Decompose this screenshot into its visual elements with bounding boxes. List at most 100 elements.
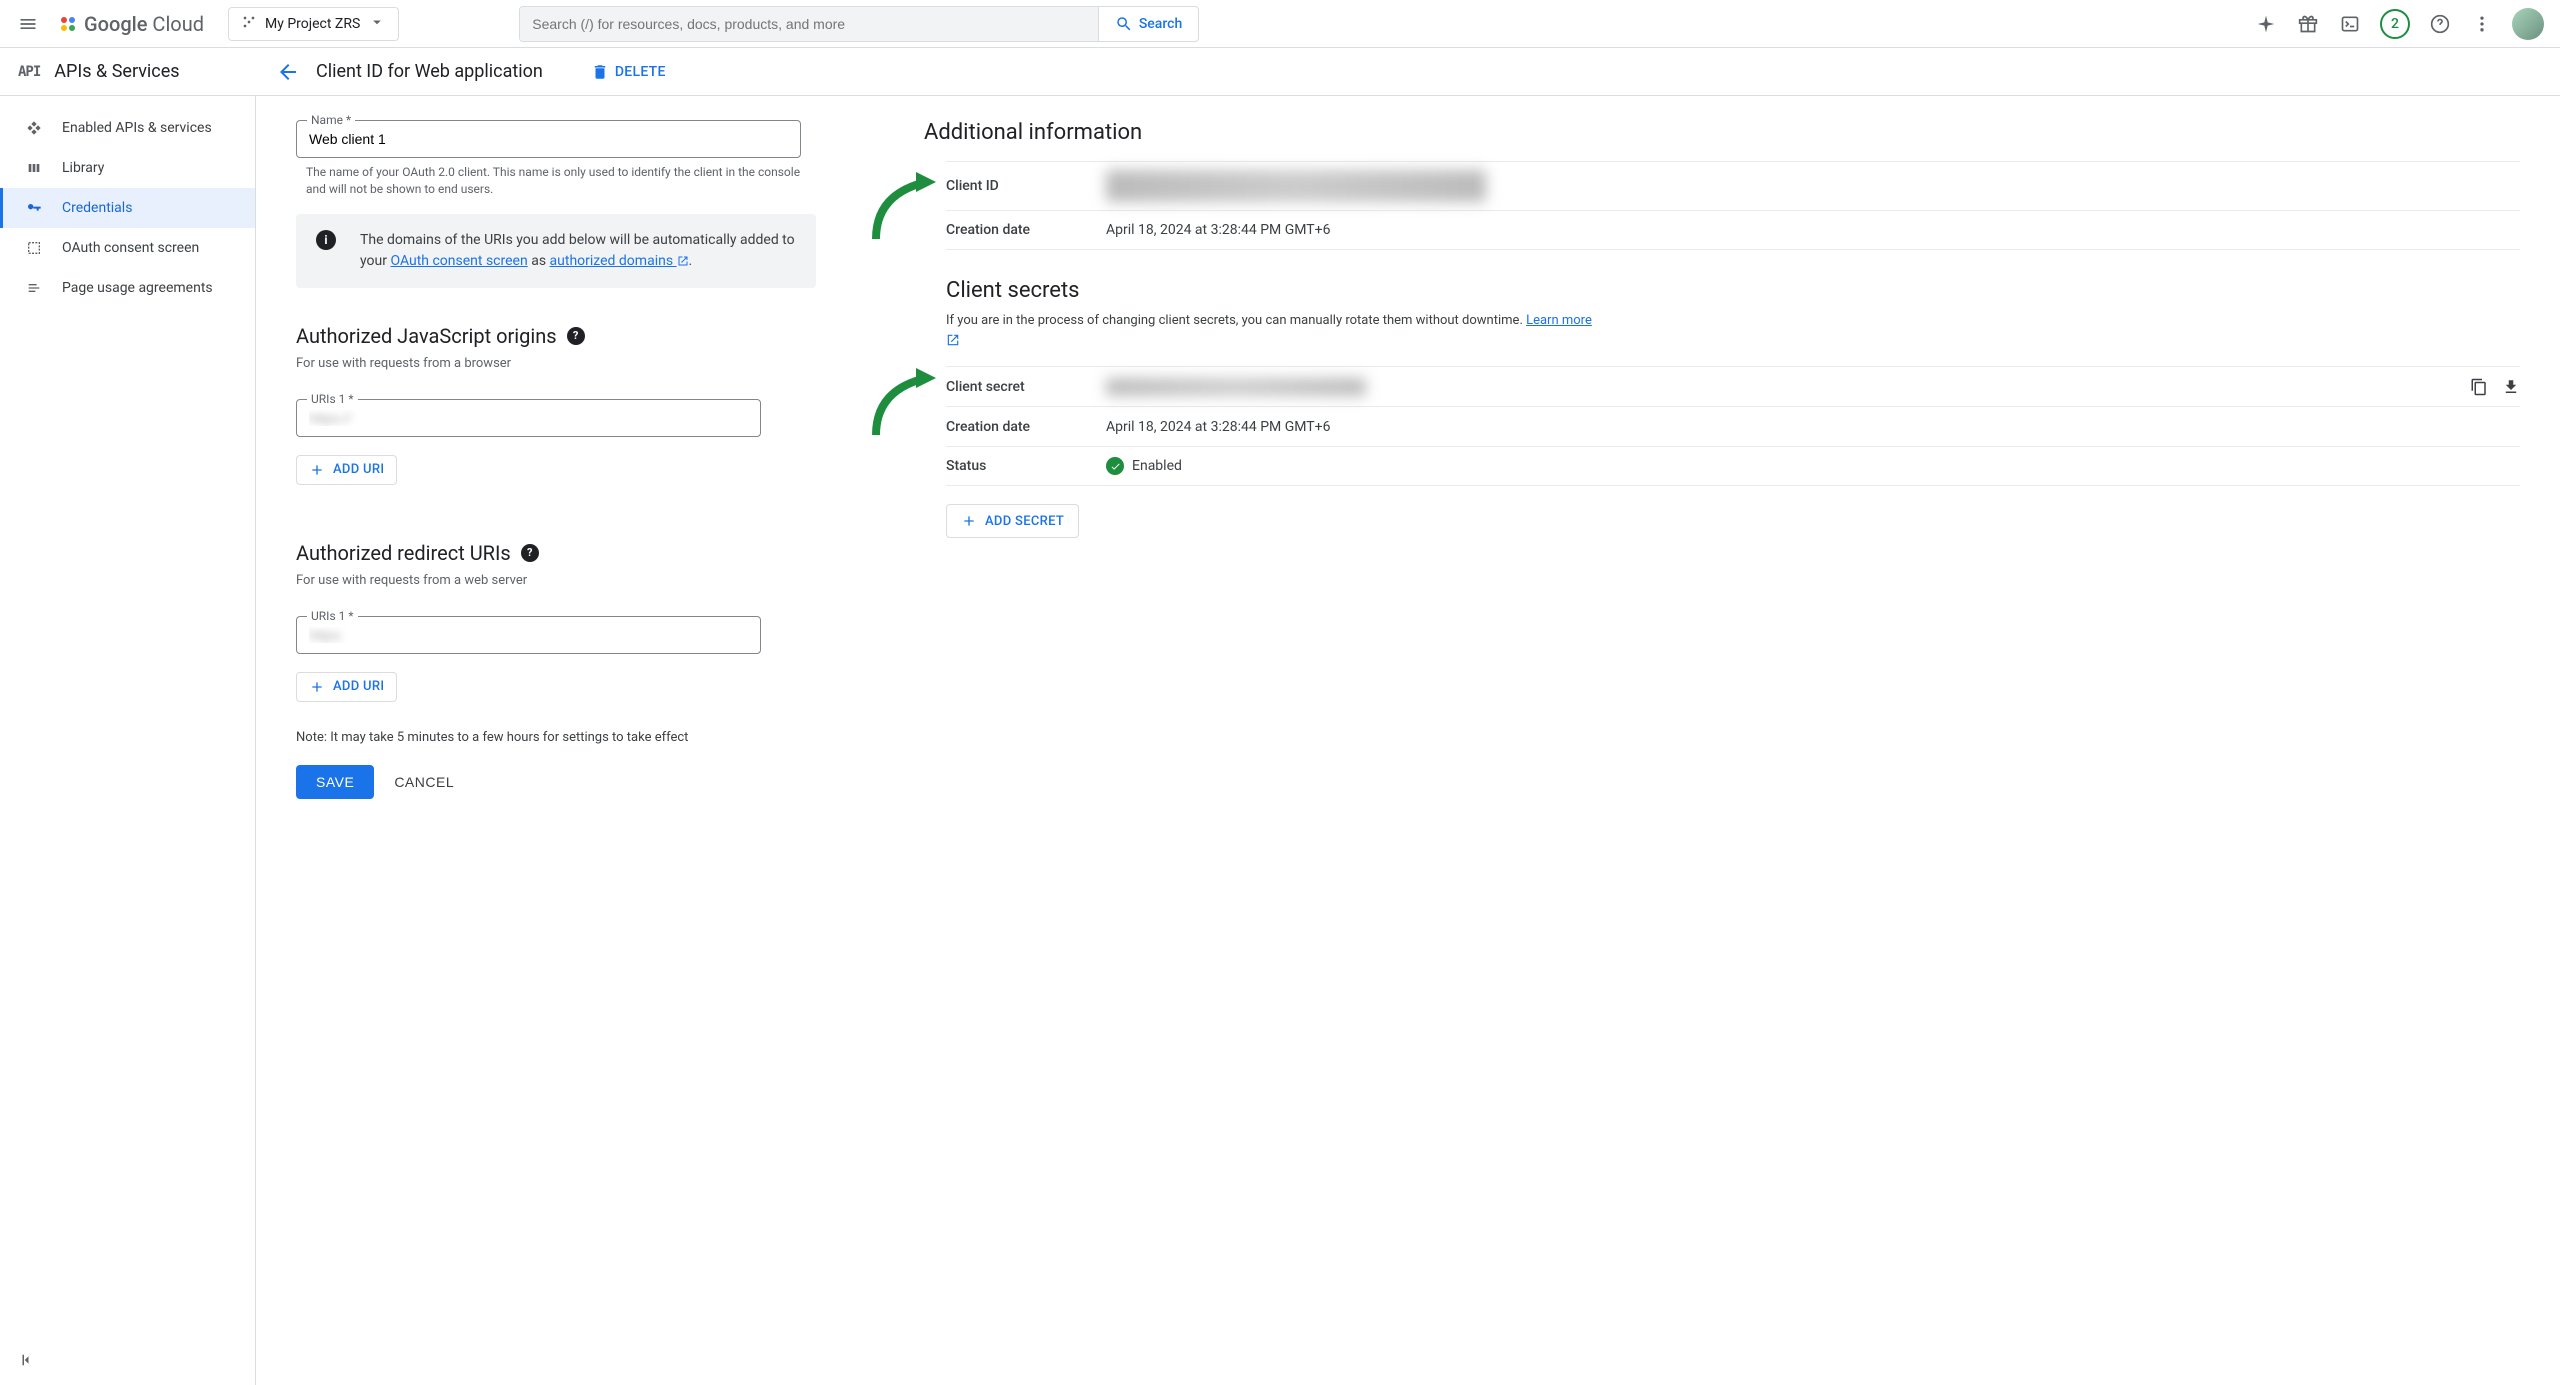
- gift-icon[interactable]: [2296, 12, 2320, 36]
- delete-label: DELETE: [615, 64, 666, 80]
- client-secret-row: Client secret: [946, 366, 2520, 406]
- redirect-uri-field: URIs 1 *: [296, 616, 761, 654]
- redirect-uri-input[interactable]: [297, 617, 760, 653]
- help-icon[interactable]: [2428, 12, 2452, 36]
- plus-icon: [309, 462, 325, 478]
- notifications-badge[interactable]: 2: [2380, 9, 2410, 39]
- search-button[interactable]: Search: [1098, 7, 1198, 41]
- plus-icon: [309, 679, 325, 695]
- collapse-sidenav-icon[interactable]: [18, 1351, 36, 1373]
- status-value: Enabled: [1106, 457, 2520, 475]
- sidenav-item-credentials[interactable]: Credentials: [0, 188, 255, 228]
- authorized-domains-link[interactable]: authorized domains: [550, 253, 689, 269]
- form-column: Name * The name of your OAuth 2.0 client…: [296, 120, 816, 1361]
- js-origins-sub: For use with requests from a browser: [296, 356, 816, 371]
- gemini-icon[interactable]: [2254, 12, 2278, 36]
- sidenav-item-enabled-apis[interactable]: Enabled APIs & services: [0, 108, 255, 148]
- nav-label: Credentials: [62, 200, 132, 216]
- help-icon[interactable]: ?: [521, 544, 539, 562]
- project-icon: [241, 14, 257, 34]
- search-icon: [1115, 15, 1133, 33]
- client-secrets-desc: If you are in the process of changing cl…: [946, 311, 2520, 350]
- add-redirect-uri-button[interactable]: ADD URI: [296, 672, 397, 702]
- download-icon[interactable]: [2502, 378, 2520, 396]
- cancel-button[interactable]: CANCEL: [394, 774, 454, 790]
- add-uri-label: ADD URI: [333, 462, 384, 477]
- logo[interactable]: Google Cloud: [56, 12, 204, 36]
- name-field: Name *: [296, 120, 801, 158]
- add-js-uri-button[interactable]: ADD URI: [296, 455, 397, 485]
- layout: Enabled APIs & services Library Credenti…: [0, 96, 2560, 1385]
- copy-icon[interactable]: [2470, 378, 2488, 396]
- client-id-label: Client ID: [946, 178, 1106, 194]
- search-area: Search: [519, 6, 1199, 42]
- hamburger-icon[interactable]: [16, 12, 40, 36]
- cloud-shell-icon[interactable]: [2338, 12, 2362, 36]
- sub-header-right: Client ID for Web application DELETE: [256, 60, 2560, 84]
- client-id-table: Client ID Creation date April 18, 2024 a…: [946, 161, 2520, 250]
- info-icon: i: [316, 230, 336, 250]
- library-icon: [24, 160, 44, 176]
- sub-header: API APIs & Services Client ID for Web ap…: [0, 48, 2560, 96]
- consent-screen-link[interactable]: OAuth consent screen: [390, 253, 527, 269]
- status-row: Status Enabled: [946, 446, 2520, 486]
- trash-icon: [591, 63, 609, 81]
- sub-header-left: API APIs & Services: [0, 61, 256, 82]
- back-icon[interactable]: [276, 60, 300, 84]
- info-banner: i The domains of the URIs you add below …: [296, 214, 816, 288]
- name-helper: The name of your OAuth 2.0 client. This …: [306, 164, 816, 198]
- chevron-down-icon: [368, 13, 386, 35]
- js-uri-field: URIs 1 *: [296, 399, 761, 437]
- consent-icon: [24, 240, 44, 256]
- search-input[interactable]: [520, 7, 1098, 41]
- js-origins-title: Authorized JavaScript origins ?: [296, 324, 816, 348]
- plus-icon: [961, 513, 977, 529]
- help-icon[interactable]: ?: [567, 327, 585, 345]
- name-input[interactable]: [297, 121, 800, 157]
- redirect-uris-sub: For use with requests from a web server: [296, 573, 816, 588]
- redirect-uris-title: Authorized redirect URIs ?: [296, 541, 816, 565]
- logo-text: Google Cloud: [84, 12, 204, 36]
- delete-button[interactable]: DELETE: [591, 63, 666, 81]
- info-banner-text: The domains of the URIs you add below wi…: [360, 230, 796, 272]
- agreements-icon: [24, 280, 44, 296]
- save-note: Note: It may take 5 minutes to a few hou…: [296, 730, 816, 745]
- arrow-annotation-2: [866, 360, 946, 440]
- js-uri-input[interactable]: [297, 400, 760, 436]
- avatar[interactable]: [2512, 8, 2544, 40]
- client-id-row: Client ID: [946, 161, 2520, 210]
- check-icon: [1106, 457, 1124, 475]
- uri-label: URIs 1 *: [307, 609, 358, 623]
- client-id-value: [1106, 170, 2520, 202]
- nav-label: Enabled APIs & services: [62, 120, 212, 136]
- creation-label: Creation date: [946, 419, 1106, 435]
- secret-actions: [2470, 378, 2520, 396]
- save-button[interactable]: SAVE: [296, 765, 374, 799]
- uri-label: URIs 1 *: [307, 392, 358, 406]
- add-uri-label: ADD URI: [333, 679, 384, 694]
- search-button-label: Search: [1139, 16, 1182, 32]
- external-link-icon: [677, 255, 689, 267]
- creation-value: April 18, 2024 at 3:28:44 PM GMT+6: [1106, 419, 2520, 435]
- sidenav-item-agreements[interactable]: Page usage agreements: [0, 268, 255, 308]
- top-bar: Google Cloud My Project ZRS Search 2: [0, 0, 2560, 48]
- arrow-annotation-1: [866, 164, 946, 244]
- creation-label: Creation date: [946, 222, 1106, 238]
- nav-label: Page usage agreements: [62, 280, 213, 296]
- client-secret-label: Client secret: [946, 379, 1106, 395]
- key-icon: [24, 200, 44, 216]
- api-icon: API: [18, 64, 40, 80]
- additional-info-title: Additional information: [924, 120, 2520, 145]
- learn-more-link[interactable]: Learn more: [1526, 313, 1592, 328]
- client-secret-table: Client secret Creation date April 18, 20…: [946, 366, 2520, 486]
- diamond-icon: [24, 120, 44, 136]
- sidenav-item-consent[interactable]: OAuth consent screen: [0, 228, 255, 268]
- more-icon[interactable]: [2470, 12, 2494, 36]
- secret-creation-row: Creation date April 18, 2024 at 3:28:44 …: [946, 406, 2520, 446]
- top-actions: 2: [2254, 8, 2544, 40]
- add-secret-button[interactable]: ADD SECRET: [946, 504, 1079, 538]
- sidenav-item-library[interactable]: Library: [0, 148, 255, 188]
- project-selector[interactable]: My Project ZRS: [228, 7, 399, 41]
- info-column: Additional information Client ID Creatio…: [896, 120, 2520, 1361]
- status-label: Status: [946, 458, 1106, 474]
